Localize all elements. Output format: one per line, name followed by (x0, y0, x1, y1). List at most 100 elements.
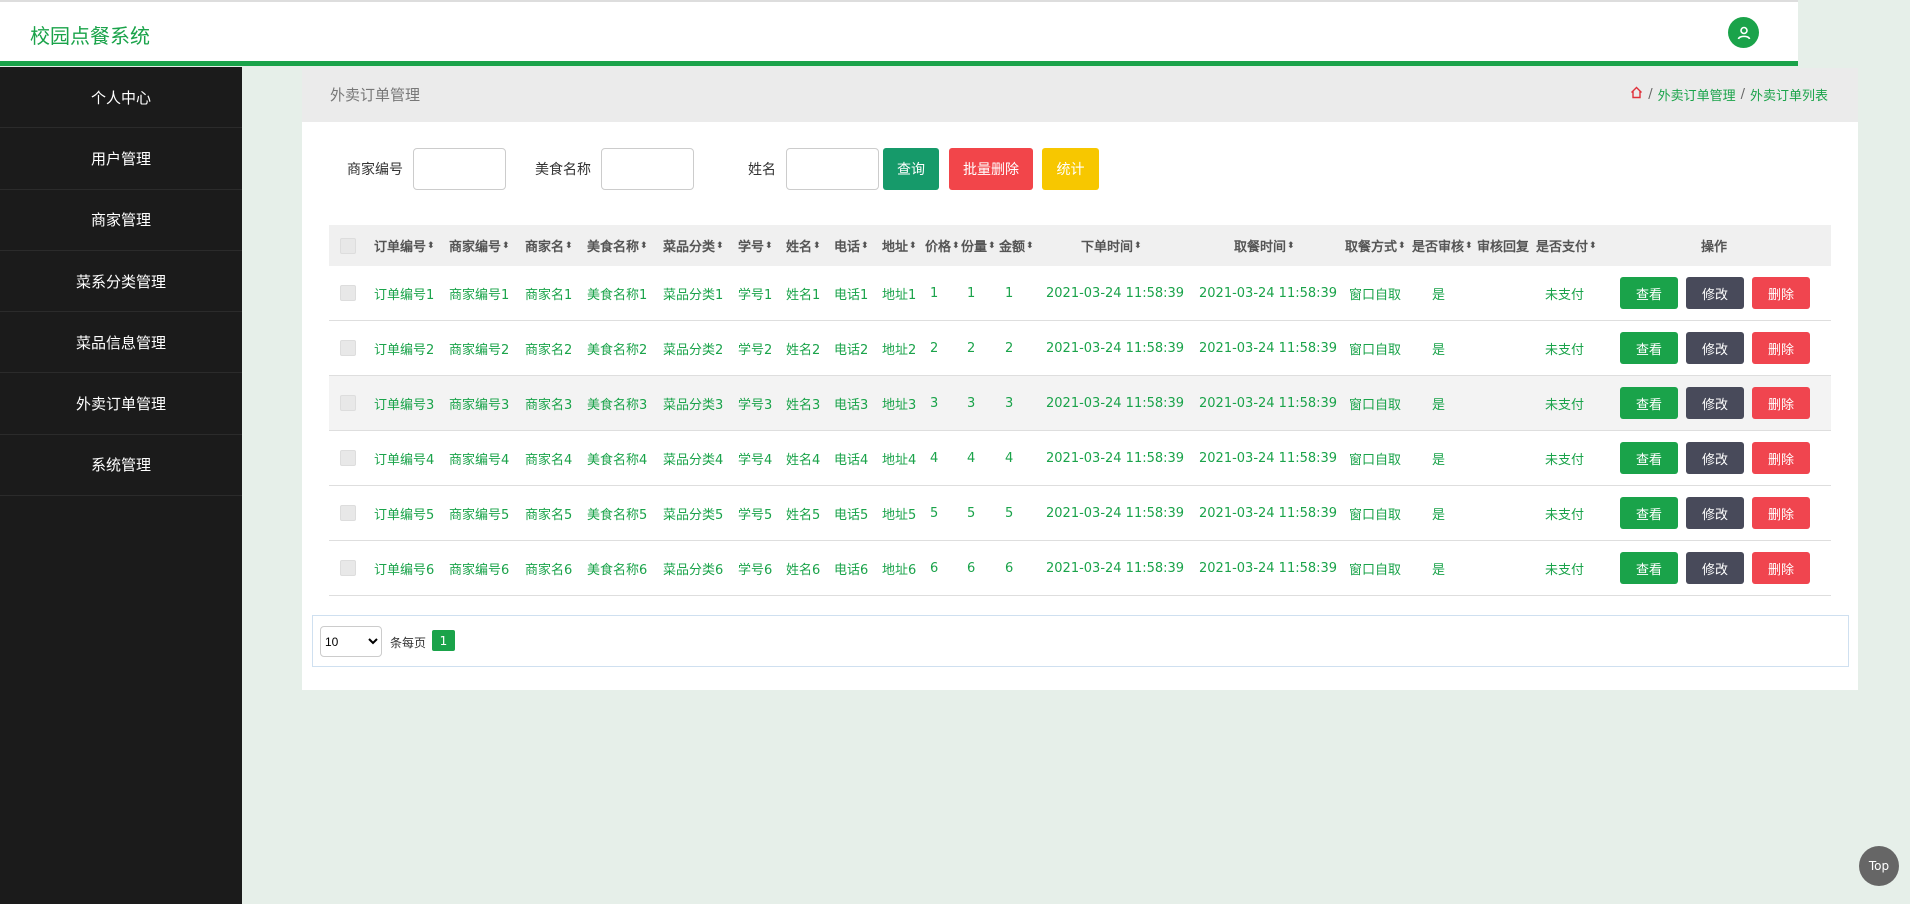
sidebar-item-system[interactable]: 系统管理 (0, 435, 242, 497)
column-header[interactable]: 份量 ⬍ (961, 225, 996, 266)
breadcrumb-item-orders[interactable]: 外卖订单管理 (1658, 85, 1736, 104)
panel-header: 外卖订单管理 / 外卖订单管理 / 外卖订单列表 (302, 68, 1858, 122)
cell-pickup-time: 2021-03-24 11:58:39 (1199, 340, 1338, 356)
cell-address: 地址6 (882, 562, 917, 578)
sidebar-item-cuisine-category[interactable]: 菜系分类管理 (0, 251, 242, 313)
sort-icon: ⬍ (565, 240, 573, 251)
sidebar: 个人中心 用户管理 商家管理 菜系分类管理 菜品信息管理 外卖订单管理 系统管理 (0, 67, 242, 904)
edit-button[interactable]: 修改 (1686, 387, 1744, 419)
page-size-select[interactable]: 10 (320, 626, 382, 657)
user-icon[interactable] (1728, 17, 1759, 48)
view-button[interactable]: 查看 (1620, 442, 1678, 474)
edit-button[interactable]: 修改 (1686, 442, 1744, 474)
name-input[interactable] (786, 148, 879, 190)
cell-quantity: 1 (967, 285, 976, 301)
cell-phone: 电话3 (834, 397, 869, 413)
stats-button[interactable]: 统计 (1042, 148, 1099, 190)
sort-icon: ⬍ (1026, 240, 1034, 251)
food-name-input[interactable] (601, 148, 694, 190)
column-header[interactable]: 订单编号 ⬍ (374, 225, 435, 266)
row-checkbox[interactable] (340, 395, 356, 411)
merchant-no-input[interactable] (413, 148, 506, 190)
cell-address: 地址1 (882, 287, 917, 303)
edit-button[interactable]: 修改 (1686, 332, 1744, 364)
column-header[interactable]: 取餐时间 ⬍ (1234, 225, 1295, 266)
delete-button[interactable]: 删除 (1752, 277, 1810, 309)
delete-button[interactable]: 删除 (1752, 332, 1810, 364)
delete-button[interactable]: 删除 (1752, 442, 1810, 474)
cell-student-name: 姓名6 (786, 562, 821, 578)
sidebar-item-dish-info[interactable]: 菜品信息管理 (0, 312, 242, 374)
merchant-no-search: 商家编号 (347, 148, 506, 190)
column-header[interactable]: 地址 ⬍ (882, 225, 917, 266)
cell-price: 1 (930, 285, 939, 301)
view-button[interactable]: 查看 (1620, 277, 1678, 309)
column-header[interactable]: 菜品分类 ⬍ (663, 225, 724, 266)
view-button[interactable]: 查看 (1620, 332, 1678, 364)
cell-pickup-time: 2021-03-24 11:58:39 (1199, 285, 1338, 301)
sidebar-item-takeout-orders[interactable]: 外卖订单管理 (0, 373, 242, 435)
back-to-top-button[interactable]: Top (1859, 846, 1899, 886)
breadcrumb-item-order-list[interactable]: 外卖订单列表 (1750, 85, 1828, 104)
cell-amount: 6 (1005, 560, 1014, 576)
view-button[interactable]: 查看 (1620, 552, 1678, 584)
cell-price: 4 (930, 450, 939, 466)
cell-merchant-name: 商家名5 (525, 507, 573, 523)
row-checkbox[interactable] (340, 560, 356, 576)
batch-delete-button[interactable]: 批量删除 (949, 148, 1033, 190)
cell-review-status: 是 (1432, 397, 1446, 413)
home-icon[interactable] (1630, 86, 1643, 103)
cell-order-no: 订单编号5 (374, 507, 435, 523)
cell-payment-status: 未支付 (1545, 397, 1585, 413)
cell-price: 3 (930, 395, 939, 411)
cell-merchant-name: 商家名1 (525, 287, 573, 303)
column-header[interactable]: 取餐方式 ⬍ (1345, 225, 1406, 266)
cell-phone: 电话2 (834, 342, 869, 358)
view-button[interactable]: 查看 (1620, 387, 1678, 419)
edit-button[interactable]: 修改 (1686, 277, 1744, 309)
breadcrumb: / 外卖订单管理 / 外卖订单列表 (1630, 85, 1828, 104)
sidebar-item-profile[interactable]: 个人中心 (0, 67, 242, 129)
page-number-current[interactable]: 1 (432, 630, 455, 651)
query-button[interactable]: 查询 (883, 148, 939, 190)
delete-button[interactable]: 删除 (1752, 497, 1810, 529)
column-header[interactable]: 商家名 ⬍ (525, 225, 573, 266)
cell-student-no: 学号6 (738, 562, 773, 578)
cell-dish-category: 菜品分类2 (663, 342, 724, 358)
edit-button[interactable]: 修改 (1686, 552, 1744, 584)
column-header[interactable]: 价格 ⬍ (925, 225, 960, 266)
column-header[interactable]: 美食名称 ⬍ (587, 225, 648, 266)
cell-merchant-no: 商家编号1 (449, 287, 510, 303)
cell-food-name: 美食名称6 (587, 562, 648, 578)
cell-merchant-name: 商家名3 (525, 397, 573, 413)
row-checkbox[interactable] (340, 340, 356, 356)
column-header[interactable]: 学号 ⬍ (738, 225, 773, 266)
row-checkbox[interactable] (340, 285, 356, 301)
row-checkbox[interactable] (340, 505, 356, 521)
sort-icon: ⬍ (427, 240, 435, 251)
cell-food-name: 美食名称2 (587, 342, 648, 358)
sidebar-item-users[interactable]: 用户管理 (0, 128, 242, 190)
delete-button[interactable]: 删除 (1752, 387, 1810, 419)
column-header[interactable]: 是否审核 ⬍ (1412, 225, 1473, 266)
cell-food-name: 美食名称4 (587, 452, 648, 468)
delete-button[interactable]: 删除 (1752, 552, 1810, 584)
column-header[interactable]: 姓名 ⬍ (786, 225, 821, 266)
table-row: 订单编号3 商家编号3 商家名3 美食名称3 菜品分类3 学号3 姓名3 电话3 地址3 3 3 3 2… (329, 376, 1831, 431)
view-button[interactable]: 查看 (1620, 497, 1678, 529)
cell-pickup-method: 窗口自取 (1349, 507, 1402, 523)
cell-phone: 电话4 (834, 452, 869, 468)
cell-payment-status: 未支付 (1545, 507, 1585, 523)
column-header[interactable]: 下单时间 ⬍ (1081, 225, 1142, 266)
column-header[interactable]: 电话 ⬍ (834, 225, 869, 266)
column-header[interactable]: 商家编号 ⬍ (449, 225, 510, 266)
table-header: 订单编号 ⬍ 商家编号 ⬍ 商家名 ⬍ 美食名称 ⬍ 菜品分类 ⬍ 学号 ⬍ 姓名 ⬍ 电话 ⬍… (329, 225, 1831, 266)
cell-student-name: 姓名2 (786, 342, 821, 358)
cell-food-name: 美食名称3 (587, 397, 648, 413)
sidebar-item-merchants[interactable]: 商家管理 (0, 190, 242, 251)
column-header[interactable]: 是否支付 ⬍ (1536, 225, 1597, 266)
row-checkbox[interactable] (340, 450, 356, 466)
column-header[interactable]: 金额 ⬍ (999, 225, 1034, 266)
edit-button[interactable]: 修改 (1686, 497, 1744, 529)
select-all-checkbox[interactable] (340, 237, 356, 254)
